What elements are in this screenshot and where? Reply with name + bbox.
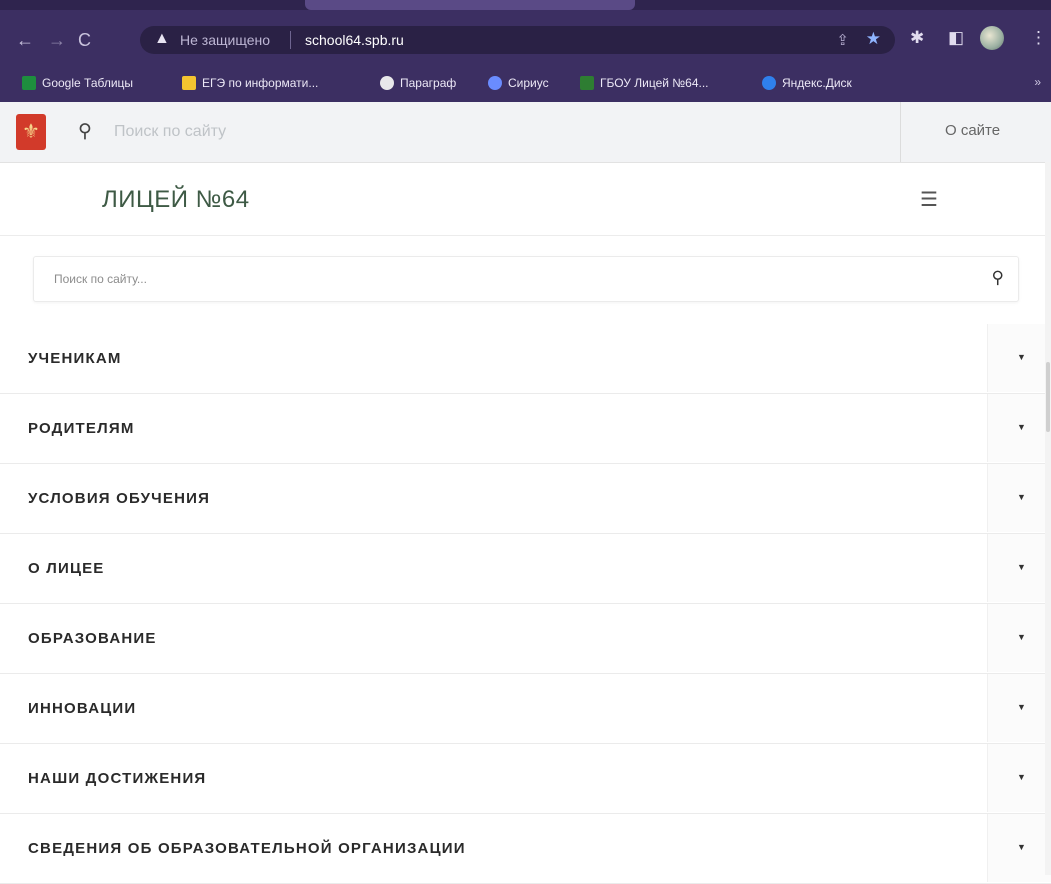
expand-toggle[interactable]: ▼ xyxy=(987,674,1051,742)
expand-toggle[interactable]: ▼ xyxy=(987,814,1051,882)
disk-icon xyxy=(762,76,776,90)
divider xyxy=(290,31,291,49)
site-top-bar: ⚜ ⚲ Поиск по сайту О сайте xyxy=(0,102,1051,163)
bookmark-item[interactable]: Параграф xyxy=(380,76,456,90)
menu-item-about-lyceum[interactable]: О ЛИЦЕЕ ▼ xyxy=(0,534,1051,604)
hamburger-menu-icon[interactable]: ☰ xyxy=(920,187,938,212)
address-bar[interactable]: ▲ Не защищено school64.spb.ru ⇪ ★ xyxy=(140,26,895,54)
menu-item-label: УСЛОВИЯ ОБУЧЕНИЯ xyxy=(28,490,211,507)
caret-down-icon: ▼ xyxy=(1017,562,1026,572)
bookmarks-bar: Google Таблицы ЕГЭ по информати... Параг… xyxy=(0,66,1051,102)
extensions-icon[interactable]: ✱ xyxy=(910,28,924,48)
menu-item-label: О ЛИЦЕЕ xyxy=(28,560,105,577)
caret-down-icon: ▼ xyxy=(1017,492,1026,502)
page-scrollbar[interactable] xyxy=(1045,162,1051,875)
school-icon xyxy=(580,76,594,90)
menu-item-parents[interactable]: РОДИТЕЛЯМ ▼ xyxy=(0,394,1051,464)
bookmark-label: ЕГЭ по информати... xyxy=(202,76,319,90)
menu-item-innovations[interactable]: ИННОВАЦИИ ▼ xyxy=(0,674,1051,744)
paragraph-icon xyxy=(380,76,394,90)
bookmark-label: Google Таблицы xyxy=(42,76,134,90)
security-status[interactable]: Не защищено xyxy=(180,32,270,48)
back-button[interactable]: ← xyxy=(16,30,34,50)
url-text[interactable]: school64.spb.ru xyxy=(305,32,404,48)
menu-item-label: СВЕДЕНИЯ ОБ ОБРАЗОВАТЕЛЬНОЙ ОРГАНИЗАЦИИ xyxy=(28,840,466,857)
bookmark-star-icon[interactable]: ★ xyxy=(866,29,881,49)
menu-item-achievements[interactable]: НАШИ ДОСТИЖЕНИЯ ▼ xyxy=(0,744,1051,814)
k-icon xyxy=(182,76,196,90)
caret-down-icon: ▼ xyxy=(1017,352,1026,362)
bookmark-item[interactable]: Яндекс.Диск xyxy=(762,76,852,90)
expand-toggle[interactable]: ▼ xyxy=(987,394,1051,462)
side-panel-icon[interactable]: ◧ xyxy=(948,28,964,48)
search-placeholder: Поиск по сайту... xyxy=(54,272,147,286)
share-icon[interactable]: ⇪ xyxy=(836,31,849,49)
site-search-input[interactable]: Поиск по сайту... ⚲ xyxy=(33,256,1019,302)
menu-item-label: ОБРАЗОВАНИЕ xyxy=(28,630,157,647)
profile-avatar[interactable] xyxy=(980,26,1004,50)
expand-toggle[interactable]: ▼ xyxy=(987,744,1051,812)
more-bookmarks-button[interactable]: » xyxy=(1034,75,1041,89)
caret-down-icon: ▼ xyxy=(1017,632,1026,642)
expand-toggle[interactable]: ▼ xyxy=(987,534,1051,602)
more-menu-icon[interactable]: ⋮ xyxy=(1030,28,1047,48)
warning-icon[interactable]: ▲ xyxy=(154,30,170,48)
menu-item-label: РОДИТЕЛЯМ xyxy=(28,420,135,437)
reload-button[interactable]: C xyxy=(78,30,91,50)
menu-item-label: УЧЕНИКАМ xyxy=(28,350,122,367)
caret-down-icon: ▼ xyxy=(1017,772,1026,782)
caret-down-icon: ▼ xyxy=(1017,702,1026,712)
search-icon[interactable]: ⚲ xyxy=(992,268,1004,288)
about-site-link[interactable]: О сайте xyxy=(945,122,1000,139)
expand-toggle[interactable]: ▼ xyxy=(987,464,1051,532)
expand-toggle[interactable]: ▼ xyxy=(987,604,1051,672)
bookmark-label: Сириус xyxy=(508,76,549,90)
expand-toggle[interactable]: ▼ xyxy=(987,324,1051,392)
scrollbar-thumb[interactable] xyxy=(1046,362,1050,432)
bookmark-item[interactable]: ЕГЭ по информати... xyxy=(182,76,318,90)
caret-down-icon: ▼ xyxy=(1017,422,1026,432)
menu-item-education[interactable]: ОБРАЗОВАНИЕ ▼ xyxy=(0,604,1051,674)
bookmark-label: Яндекс.Диск xyxy=(782,76,852,90)
menu-item-label: ИННОВАЦИИ xyxy=(28,700,137,717)
divider xyxy=(900,102,901,162)
bookmark-item[interactable]: ГБОУ Лицей №64... xyxy=(580,76,709,90)
sheets-icon xyxy=(22,76,36,90)
search-icon[interactable]: ⚲ xyxy=(78,120,92,143)
menu-item-students[interactable]: УЧЕНИКАМ ▼ xyxy=(0,324,1051,394)
browser-toolbar: ← → C ▲ Не защищено school64.spb.ru ⇪ ★ … xyxy=(0,0,1051,66)
caret-down-icon: ▼ xyxy=(1017,842,1026,852)
forward-button[interactable]: → xyxy=(48,30,66,50)
site-title[interactable]: ЛИЦЕЙ №64 xyxy=(102,186,250,214)
navigation-menu: УЧЕНИКАМ ▼ РОДИТЕЛЯМ ▼ УСЛОВИЯ ОБУЧЕНИЯ … xyxy=(0,324,1051,884)
bookmark-item[interactable]: Сириус xyxy=(488,76,549,90)
top-search-input[interactable]: Поиск по сайту xyxy=(114,123,226,141)
bookmark-item[interactable]: Google Таблицы xyxy=(22,76,133,90)
menu-item-conditions[interactable]: УСЛОВИЯ ОБУЧЕНИЯ ▼ xyxy=(0,464,1051,534)
menu-item-org-info[interactable]: СВЕДЕНИЯ ОБ ОБРАЗОВАТЕЛЬНОЙ ОРГАНИЗАЦИИ … xyxy=(0,814,1051,884)
bookmark-label: ГБОУ Лицей №64... xyxy=(600,76,709,90)
active-tab[interactable] xyxy=(305,0,635,10)
brand-row: ЛИЦЕЙ №64 ☰ xyxy=(0,163,1051,236)
sirius-icon xyxy=(488,76,502,90)
spb-coat-of-arms-logo[interactable]: ⚜ xyxy=(16,114,46,150)
menu-item-label: НАШИ ДОСТИЖЕНИЯ xyxy=(28,770,207,787)
bookmark-label: Параграф xyxy=(400,76,457,90)
